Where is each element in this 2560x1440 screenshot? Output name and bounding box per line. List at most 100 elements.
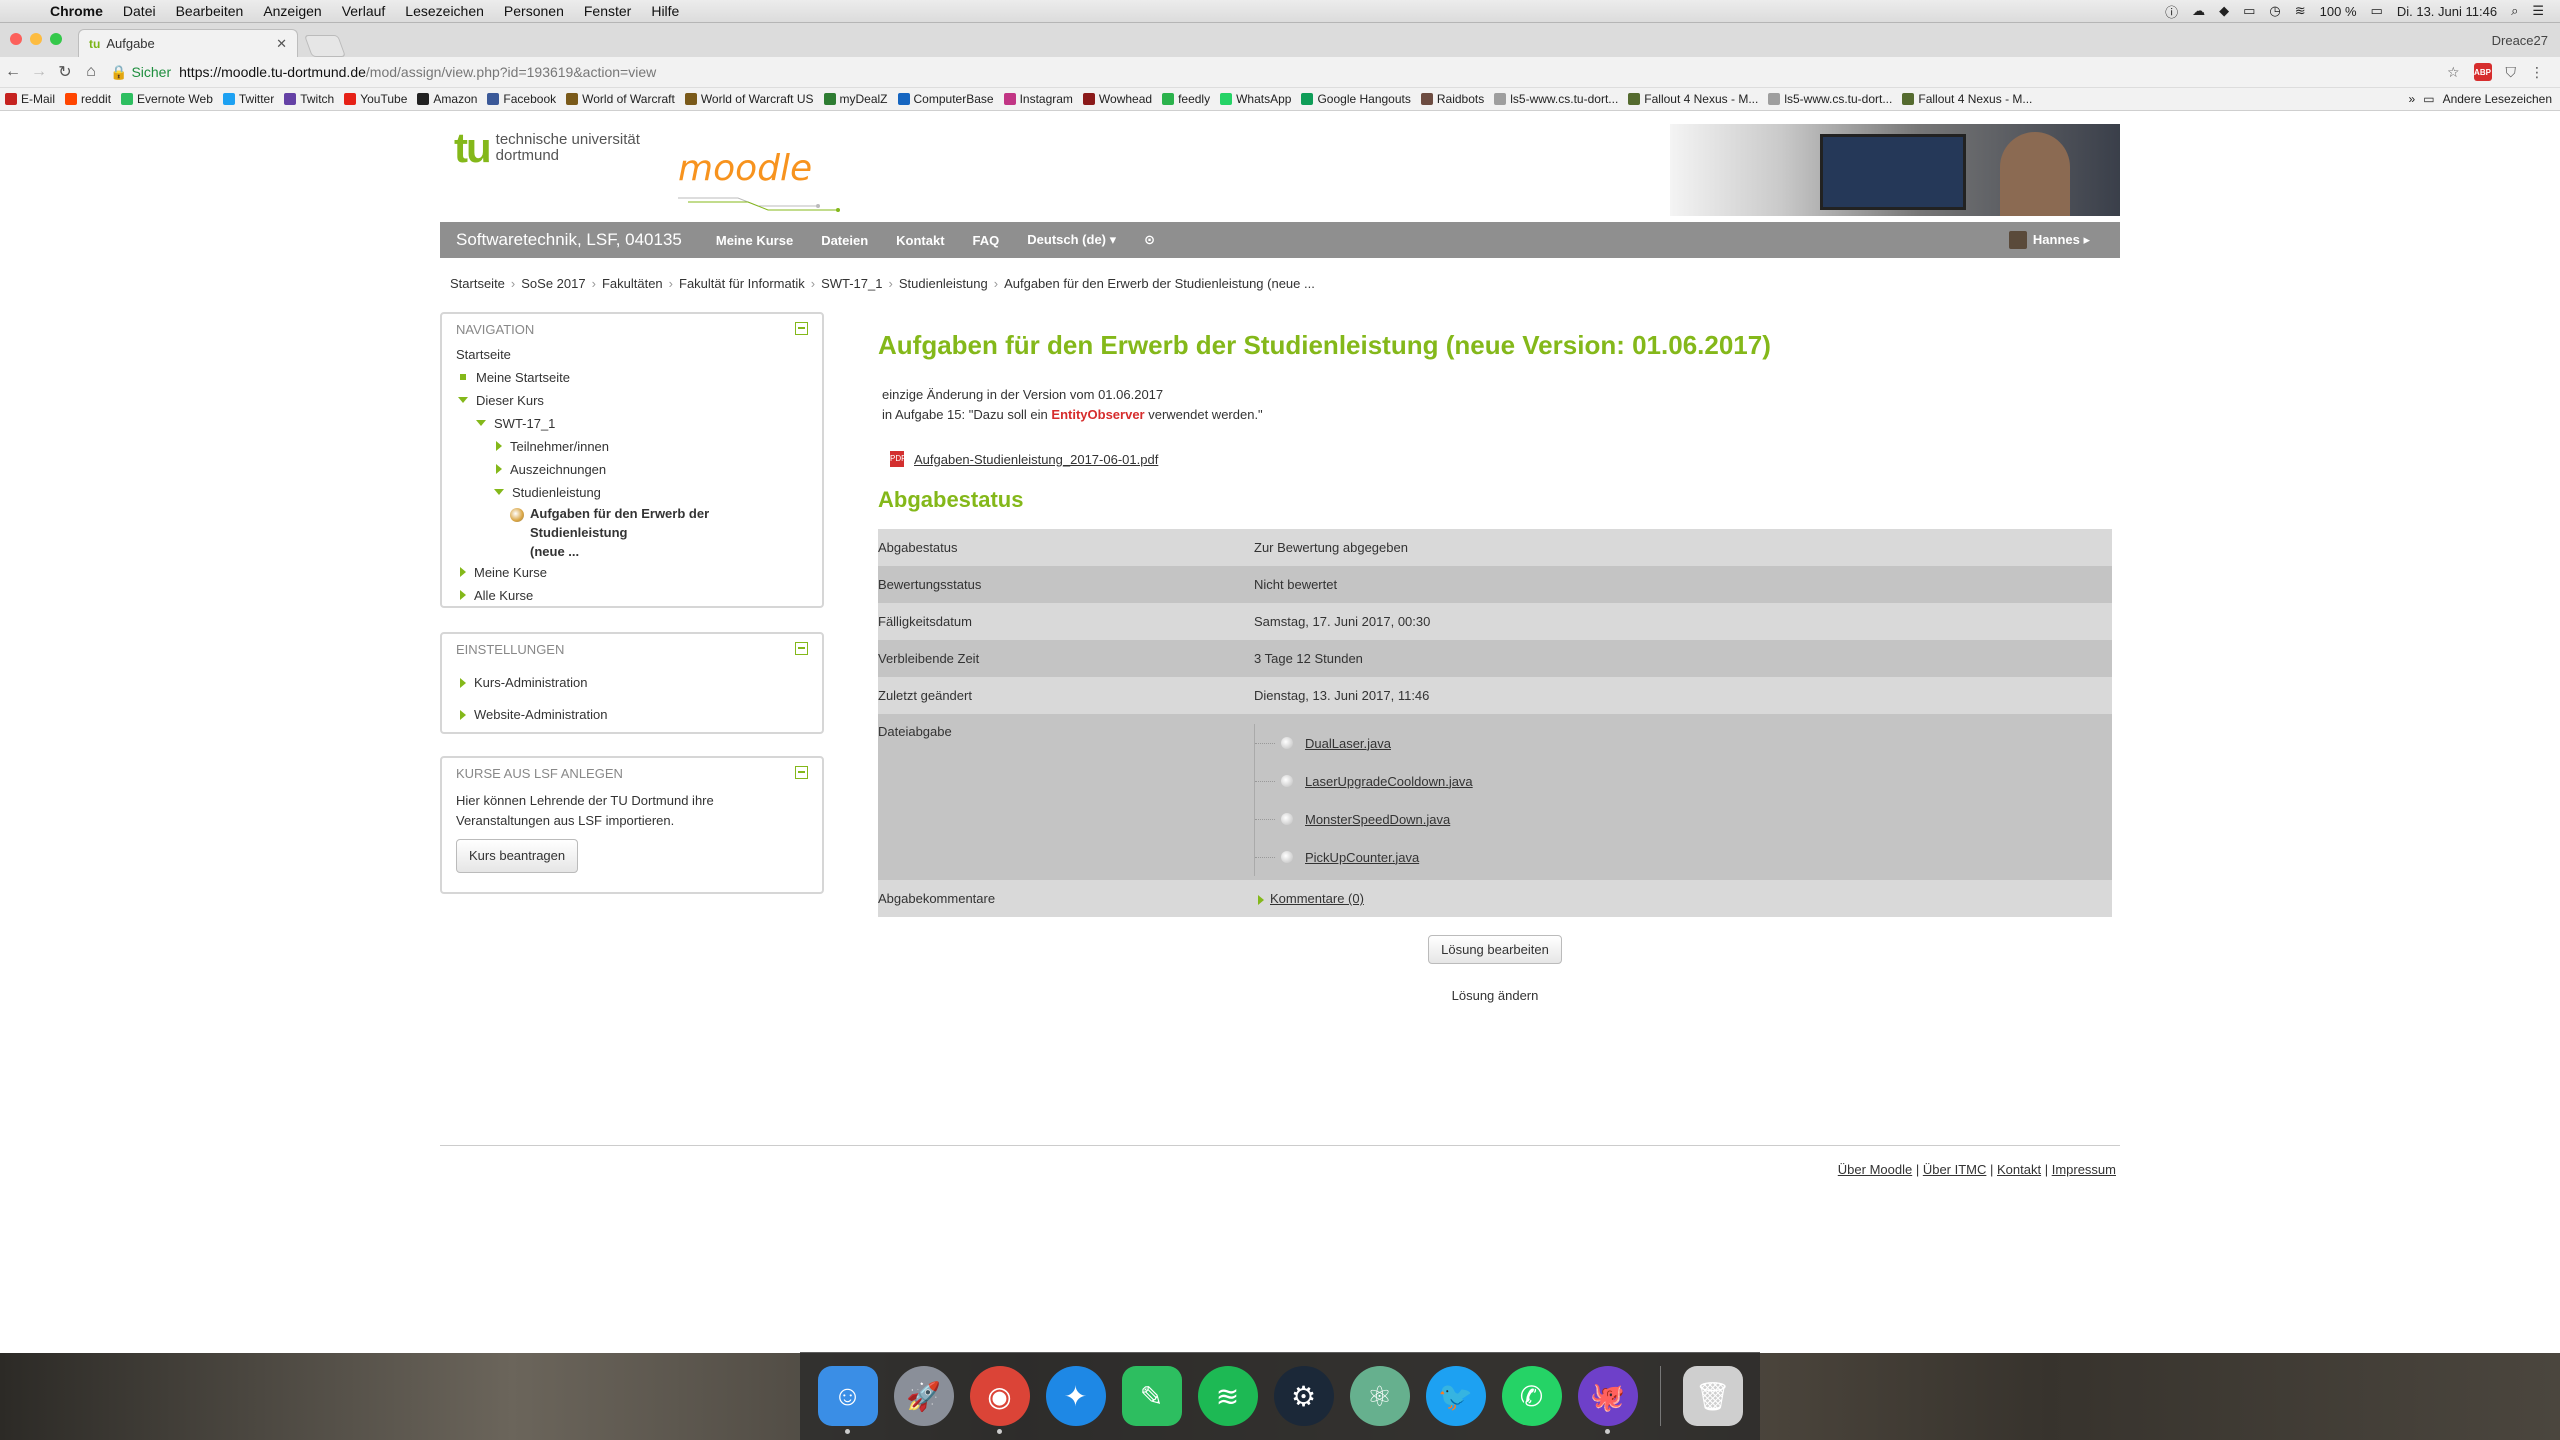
bookmark-item[interactable]: World of Warcraft US bbox=[680, 92, 819, 106]
footer-link[interactable]: Über Moodle bbox=[1838, 1162, 1912, 1177]
breadcrumb-item[interactable]: Startseite bbox=[450, 276, 505, 291]
menu-verlauf[interactable]: Verlauf bbox=[332, 3, 396, 19]
bookmark-item[interactable]: ls5-www.cs.tu-dort... bbox=[1489, 92, 1623, 106]
menu-hilfe[interactable]: Hilfe bbox=[641, 3, 689, 19]
bookmark-item[interactable]: Raidbots bbox=[1416, 92, 1489, 106]
nav-dateien[interactable]: Dateien bbox=[807, 233, 882, 248]
nav-course[interactable]: SWT-17_1 bbox=[456, 412, 810, 435]
settings-kurs-administration[interactable]: Kurs-Administration bbox=[456, 667, 810, 699]
tu-dortmund-logo[interactable]: tu technische universität dortmund bbox=[454, 127, 640, 169]
bookmark-item[interactable]: Twitch bbox=[279, 92, 339, 106]
submitted-file-link[interactable]: DualLaser.java bbox=[1305, 736, 1391, 751]
nav-kontakt[interactable]: Kontakt bbox=[882, 233, 958, 248]
bookmark-item[interactable]: feedly bbox=[1157, 92, 1215, 106]
breadcrumb-item[interactable]: Studienleistung bbox=[899, 276, 988, 291]
submitted-file-link[interactable]: LaserUpgradeCooldown.java bbox=[1305, 774, 1473, 789]
spotlight-icon[interactable]: ⌕ bbox=[2511, 3, 2518, 19]
address-bar[interactable]: 🔒 Sicher https://moodle.tu-dortmund.de/m… bbox=[110, 64, 2447, 81]
settings-website-administration[interactable]: Website-Administration bbox=[456, 699, 810, 731]
breadcrumb-item[interactable]: SWT-17_1 bbox=[821, 276, 882, 291]
footer-link[interactable]: Über ITMC bbox=[1923, 1162, 1987, 1177]
course-brand[interactable]: Softwaretechnik, LSF, 040135 bbox=[440, 230, 702, 250]
bookmark-item[interactable]: reddit bbox=[60, 92, 116, 106]
menu-anzeigen[interactable]: Anzeigen bbox=[253, 3, 331, 19]
bookmark-item[interactable]: Facebook bbox=[482, 92, 561, 106]
display-icon[interactable]: ▭ bbox=[2243, 3, 2255, 19]
bookmark-item[interactable]: ComputerBase bbox=[893, 92, 999, 106]
bookmark-item[interactable]: Google Hangouts bbox=[1296, 92, 1415, 106]
menu-datei[interactable]: Datei bbox=[113, 3, 166, 19]
bookmark-item[interactable]: World of Warcraft bbox=[561, 92, 680, 106]
bookmark-item[interactable]: WhatsApp bbox=[1215, 92, 1296, 106]
wifi-icon[interactable]: ≋ bbox=[2295, 3, 2306, 19]
edit-submission-button[interactable]: Lösung bearbeiten bbox=[1428, 935, 1562, 964]
nav-startseite[interactable]: Startseite bbox=[456, 343, 810, 366]
new-tab-button[interactable] bbox=[303, 35, 347, 57]
dock-github-icon[interactable]: 🐙 bbox=[1577, 1366, 1638, 1434]
nav-faq[interactable]: FAQ bbox=[959, 233, 1014, 248]
reload-icon[interactable]: ↻ bbox=[52, 62, 78, 82]
nav-dieser-kurs[interactable]: Dieser Kurs bbox=[456, 389, 810, 412]
collapse-toggle-icon[interactable] bbox=[795, 322, 808, 335]
bookmark-item[interactable]: Evernote Web bbox=[116, 92, 218, 106]
dock-trash-icon[interactable]: 🗑 bbox=[1682, 1366, 1743, 1426]
breadcrumb-item[interactable]: Fakultät für Informatik bbox=[679, 276, 805, 291]
dock-spotify-icon[interactable]: ≋ bbox=[1197, 1366, 1258, 1426]
collapse-toggle-icon[interactable] bbox=[795, 642, 808, 655]
forward-arrow-icon[interactable]: → bbox=[26, 63, 52, 81]
nav-studienleistung[interactable]: Studienleistung bbox=[456, 481, 810, 504]
bookmark-item[interactable]: Amazon bbox=[412, 92, 482, 106]
nav-auszeichnungen[interactable]: Auszeichnungen bbox=[456, 458, 810, 481]
dock-finder-icon[interactable]: ☺ bbox=[817, 1366, 878, 1434]
dock-launchpad-icon[interactable]: 🚀 bbox=[893, 1366, 954, 1426]
clock[interactable]: Di. 13. Juni 11:46 bbox=[2397, 4, 2497, 19]
submitted-file-link[interactable]: MonsterSpeedDown.java bbox=[1305, 812, 1450, 827]
minimize-window-button[interactable] bbox=[30, 33, 42, 45]
menu-personen[interactable]: Personen bbox=[494, 3, 574, 19]
tab-close-icon[interactable]: ✕ bbox=[276, 36, 287, 52]
cloud-icon[interactable]: ☁ bbox=[2192, 3, 2205, 19]
comments-toggle[interactable]: Kommentare (0) bbox=[1254, 891, 2112, 906]
nav-help-icon[interactable]: ⊙ bbox=[1130, 232, 1169, 248]
dock-evernote-icon[interactable]: ✎ bbox=[1121, 1366, 1182, 1426]
nav-meine-startseite[interactable]: Meine Startseite bbox=[456, 366, 810, 389]
info-icon[interactable]: ⓘ bbox=[2165, 2, 2178, 21]
adblock-plus-icon[interactable]: ABP bbox=[2473, 63, 2492, 81]
notification-center-icon[interactable]: ☰ bbox=[2532, 3, 2544, 19]
footer-link[interactable]: Kontakt bbox=[1997, 1162, 2041, 1177]
breadcrumb-item[interactable]: Fakultäten bbox=[602, 276, 663, 291]
profile-name[interactable]: Dreace27 bbox=[2492, 33, 2548, 48]
other-bookmarks[interactable]: Andere Lesezeichen bbox=[2443, 92, 2552, 106]
bookmark-item[interactable]: Wowhead bbox=[1078, 92, 1157, 106]
back-arrow-icon[interactable]: ← bbox=[0, 63, 26, 81]
close-window-button[interactable] bbox=[10, 33, 22, 45]
menu-lesezeichen[interactable]: Lesezeichen bbox=[395, 3, 494, 19]
bookmark-item[interactable]: E-Mail bbox=[0, 92, 60, 106]
nav-meine-kurse[interactable]: Meine Kurse bbox=[702, 233, 807, 248]
bookmark-item[interactable]: YouTube bbox=[339, 92, 412, 106]
bookmark-item[interactable]: myDealZ bbox=[819, 92, 893, 106]
battery-icon[interactable]: ▭ bbox=[2371, 3, 2383, 19]
nav-current-assignment[interactable]: Aufgaben für den Erwerb der Studienleist… bbox=[456, 504, 810, 561]
bookmark-item[interactable]: Fallout 4 Nexus - M... bbox=[1897, 92, 2037, 106]
bookmark-item[interactable]: ls5-www.cs.tu-dort... bbox=[1763, 92, 1897, 106]
collapse-toggle-icon[interactable] bbox=[795, 766, 808, 779]
moodle-logo[interactable]: moodle bbox=[678, 148, 812, 189]
footer-link[interactable]: Impressum bbox=[2052, 1162, 2116, 1177]
timemachine-icon[interactable]: ◷ bbox=[2269, 3, 2280, 19]
bookmark-item[interactable]: Fallout 4 Nexus - M... bbox=[1623, 92, 1763, 106]
submitted-file-link[interactable]: PickUpCounter.java bbox=[1305, 850, 1419, 865]
user-menu[interactable]: Hannes ▸ bbox=[2008, 231, 2120, 249]
dock-chrome-icon[interactable]: ◉ bbox=[969, 1366, 1030, 1434]
dropbox-icon[interactable]: ◆ bbox=[2219, 3, 2229, 19]
nav-language-dropdown[interactable]: Deutsch (de) ▾ bbox=[1013, 232, 1130, 248]
breadcrumb-item[interactable]: SoSe 2017 bbox=[521, 276, 585, 291]
nav-teilnehmer[interactable]: Teilnehmer/innen bbox=[456, 435, 810, 458]
nav-alle-kurse[interactable]: Alle Kurse bbox=[456, 584, 810, 607]
dock-twitter-icon[interactable]: 🐦 bbox=[1425, 1366, 1486, 1426]
dock-safari-icon[interactable]: ✦ bbox=[1045, 1366, 1106, 1426]
breadcrumb-item[interactable]: Aufgaben für den Erwerb der Studienleist… bbox=[1004, 276, 1315, 291]
pocket-icon[interactable]: ⛉ bbox=[2506, 64, 2517, 81]
bookmark-star-icon[interactable]: ☆ bbox=[2447, 64, 2460, 81]
kurs-beantragen-button[interactable]: Kurs beantragen bbox=[456, 839, 579, 873]
